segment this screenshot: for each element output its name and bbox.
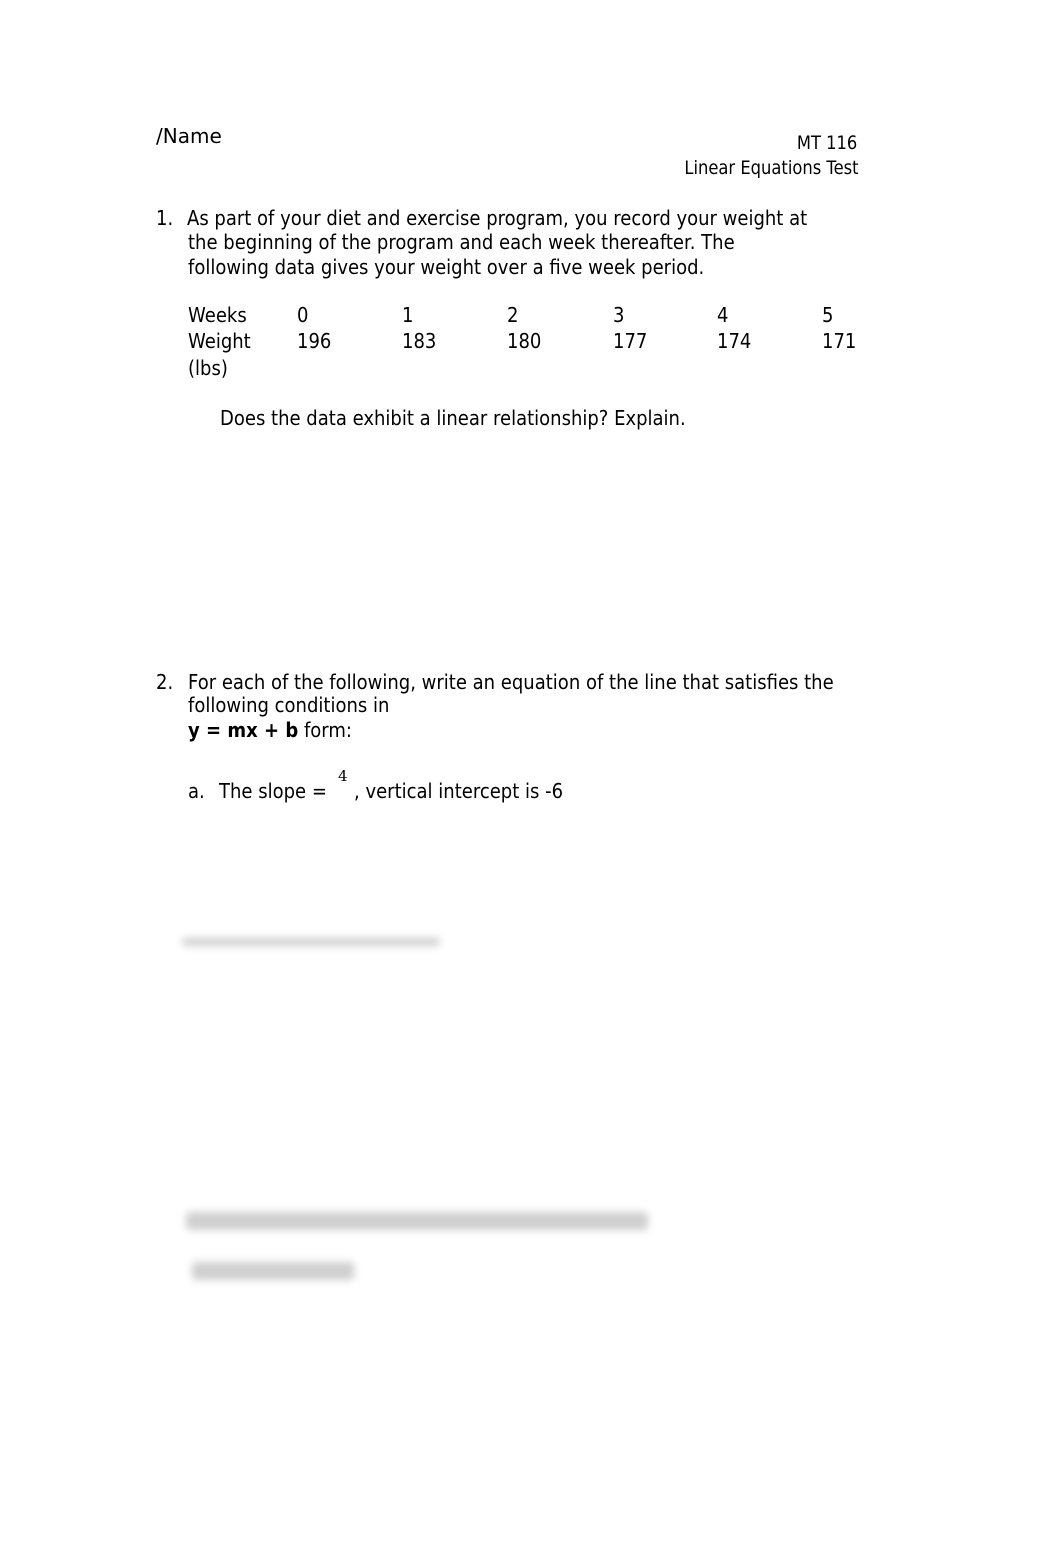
question-text-line: For each of the following, write an equa… — [188, 670, 834, 694]
equation-form: y = mx + b — [188, 718, 299, 742]
question-text-line: As part of your diet and exercise progra… — [187, 206, 808, 230]
name-label: /Name — [156, 124, 222, 148]
weight-cell: 177 — [613, 329, 648, 353]
form-line: y = mx + b form: — [188, 718, 352, 742]
row-label-units: (lbs) — [188, 356, 228, 380]
week-cell: 1 — [402, 303, 414, 327]
slope-numerator: 4 — [338, 767, 348, 785]
question-number: 1. — [156, 206, 174, 230]
row-label-weeks: Weeks — [188, 303, 247, 327]
question-prompt: Does the data exhibit a linear relations… — [220, 406, 686, 430]
test-title: Linear Equations Test — [684, 157, 859, 179]
part-a-prefix: The slope = — [219, 779, 327, 803]
part-a-suffix: , vertical intercept is -6 — [354, 779, 564, 803]
week-cell: 0 — [297, 303, 309, 327]
week-cell: 4 — [717, 303, 729, 327]
question-text-line: following conditions in — [188, 693, 390, 717]
weight-cell: 171 — [822, 329, 857, 353]
row-label-weight: Weight — [188, 329, 251, 353]
weight-cell: 183 — [402, 329, 437, 353]
question-text-line: the beginning of the program and each we… — [188, 230, 735, 254]
weight-cell: 180 — [507, 329, 542, 353]
weight-cell: 196 — [297, 329, 332, 353]
question-number: 2. — [156, 670, 174, 694]
form-suffix: form: — [298, 718, 352, 742]
week-cell: 2 — [507, 303, 519, 327]
course-code: MT 116 — [796, 132, 857, 154]
blurred-content — [182, 938, 440, 946]
part-a-label: a. — [188, 779, 205, 803]
week-cell: 5 — [822, 303, 834, 327]
blurred-content — [186, 1212, 648, 1230]
blurred-content — [192, 1262, 354, 1280]
week-cell: 3 — [613, 303, 625, 327]
weight-cell: 174 — [717, 329, 752, 353]
question-text-line: following data gives your weight over a … — [188, 255, 705, 279]
